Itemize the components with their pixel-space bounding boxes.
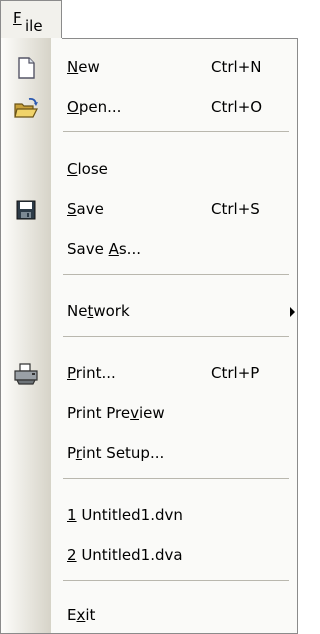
menu-separator: [63, 478, 289, 479]
open-folder-icon: [13, 95, 39, 121]
shortcut-text: Ctrl+N: [211, 58, 262, 76]
menu-item-new[interactable]: New Ctrl+N: [1, 50, 297, 86]
shortcut-text: Ctrl+P: [211, 364, 260, 382]
menu-item-label: Exit: [67, 606, 96, 624]
menu-item-recent-file-2[interactable]: 2 Untitled1.dva: [1, 538, 297, 574]
menu-item-label: 1 Untitled1.dvn: [67, 506, 183, 524]
printer-icon: [13, 361, 39, 387]
file-menu-title[interactable]: File: [0, 0, 62, 38]
menu-item-label: Save: [67, 200, 104, 218]
menu-item-label: Close: [67, 160, 108, 178]
menu-item-label: Print Preview: [67, 404, 165, 422]
menu-separator: [63, 580, 289, 581]
menu-item-exit[interactable]: Exit: [1, 598, 297, 634]
menu-item-save-as[interactable]: Save As...: [1, 232, 297, 268]
shortcut-text: Ctrl+O: [211, 98, 263, 116]
submenu-arrow-icon: [290, 307, 295, 317]
menu-item-print-setup[interactable]: Print Setup...: [1, 436, 297, 472]
menu-item-network[interactable]: Network: [1, 294, 297, 330]
menu-item-label: Print Setup...: [67, 444, 165, 462]
menu-item-save[interactable]: Save Ctrl+S: [1, 192, 297, 228]
menu-separator: [63, 274, 289, 275]
menu-item-label: Network: [67, 302, 130, 320]
menu-item-close[interactable]: Close: [1, 152, 297, 188]
menu-item-print-preview[interactable]: Print Preview: [1, 396, 297, 432]
menu-item-recent-file-1[interactable]: 1 Untitled1.dvn: [1, 498, 297, 534]
new-document-icon: [13, 55, 39, 81]
menu-item-label: New: [67, 58, 100, 76]
file-menu-label: File: [13, 9, 43, 35]
file-menu-dropdown: New Ctrl+N Open... Ctrl+O Close Save Ctr…: [0, 38, 298, 634]
shortcut-text: Ctrl+S: [211, 200, 260, 218]
menu-item-label: 2 Untitled1.dva: [67, 546, 183, 564]
menu-item-label: Open...: [67, 98, 122, 116]
menu-item-label: Save As...: [67, 240, 141, 258]
menu-separator: [63, 336, 289, 337]
menu-item-label: Print...: [67, 364, 116, 382]
menu-item-open[interactable]: Open... Ctrl+O: [1, 90, 297, 126]
menu-separator: [63, 131, 289, 132]
menu-item-print[interactable]: Print... Ctrl+P: [1, 356, 297, 392]
floppy-disk-icon: [13, 197, 39, 223]
